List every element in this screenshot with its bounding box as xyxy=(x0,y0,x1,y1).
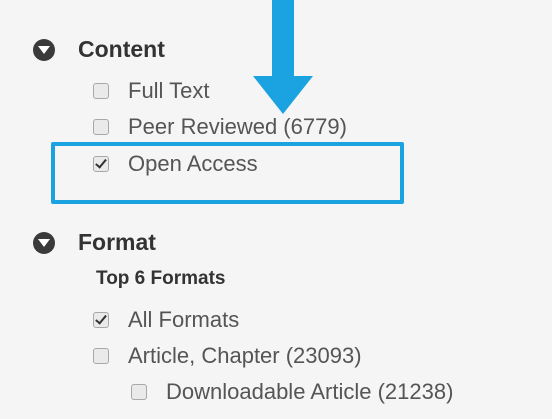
article-chapter-checkbox[interactable] xyxy=(93,348,109,364)
facet-label: Open Access xyxy=(128,151,258,176)
downloadable-article-checkbox[interactable] xyxy=(131,384,147,400)
format-section-header[interactable]: Format xyxy=(33,229,156,256)
collapse-toggle-icon[interactable] xyxy=(33,231,55,254)
content-section-header[interactable]: Content xyxy=(33,36,165,63)
facet-all-formats[interactable]: All Formats xyxy=(93,307,239,333)
facet-panel: Content Full Text Peer Reviewed (6779) O… xyxy=(0,0,552,419)
facet-downloadable-article[interactable]: Downloadable Article (21238) xyxy=(131,379,453,405)
all-formats-checkbox[interactable] xyxy=(93,312,109,328)
content-section-title: Content xyxy=(78,36,165,62)
facet-full-text[interactable]: Full Text xyxy=(93,78,210,104)
facet-open-access[interactable]: Open Access xyxy=(93,151,258,177)
format-section-title: Format xyxy=(78,229,156,255)
facet-peer-reviewed[interactable]: Peer Reviewed (6779) xyxy=(93,114,347,140)
full-text-checkbox[interactable] xyxy=(93,83,109,99)
top-formats-subheading: Top 6 Formats xyxy=(96,268,226,289)
facet-label: Downloadable Article (21238) xyxy=(166,379,454,404)
open-access-checkbox[interactable] xyxy=(93,156,109,172)
facet-label: Full Text xyxy=(128,78,210,103)
facet-label: Peer Reviewed (6779) xyxy=(128,114,347,139)
collapse-toggle-icon[interactable] xyxy=(33,38,55,61)
peer-reviewed-checkbox[interactable] xyxy=(93,119,109,135)
facet-label: All Formats xyxy=(128,307,240,332)
facet-label: Article, Chapter (23093) xyxy=(128,343,362,368)
facet-article-chapter[interactable]: Article, Chapter (23093) xyxy=(93,343,362,369)
